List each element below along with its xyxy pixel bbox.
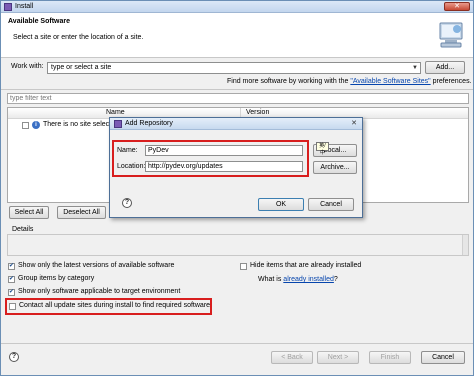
dialog-title-bar: Add Repository ✕	[110, 118, 362, 130]
highlight-contact-sites	[5, 298, 212, 315]
column-header-name[interactable]: Name	[106, 109, 125, 116]
back-button[interactable]: < Back	[271, 351, 313, 364]
target-environment-checkbox[interactable]	[8, 288, 15, 296]
footer-separator	[1, 343, 473, 344]
target-environment-label: Show only software applicable to target …	[18, 288, 181, 295]
separator	[1, 89, 473, 90]
ime-indicator: 英/中	[316, 142, 329, 156]
available-software-sites-link[interactable]: "Available Software Sites"	[350, 78, 430, 85]
latest-versions-checkbox[interactable]	[8, 262, 15, 270]
dialog-cancel-button[interactable]: Cancel	[308, 198, 354, 211]
finish-button[interactable]: Finish	[369, 351, 411, 364]
hint-suffix: preferences.	[430, 78, 472, 85]
row-label: There is no site selecte	[43, 121, 115, 128]
work-with-combo[interactable]: type or select a site ▼	[47, 62, 421, 74]
dialog-close-button[interactable]: ✕	[349, 119, 359, 128]
hint-prefix: Find more software by working with the	[227, 78, 351, 85]
add-site-button[interactable]: Add...	[425, 61, 465, 74]
filter-input[interactable]	[7, 93, 469, 104]
deselect-all-button[interactable]: Deselect All	[57, 206, 106, 219]
select-all-button[interactable]: Select All	[9, 206, 49, 219]
close-window-button[interactable]: ✕	[444, 2, 470, 11]
add-repository-dialog: Add Repository ✕ Name: PyDev Location: h…	[109, 117, 363, 218]
dialog-help-icon[interactable]: ?	[122, 198, 132, 208]
details-label: Details	[12, 226, 34, 233]
wizard-install-icon	[439, 22, 463, 48]
row-checkbox[interactable]	[22, 122, 29, 129]
latest-versions-label: Show only the latest versions of availab…	[18, 262, 175, 269]
cancel-button[interactable]: Cancel	[421, 351, 465, 364]
app-icon	[4, 3, 12, 11]
hide-installed-checkbox[interactable]	[240, 263, 247, 270]
already-installed-link[interactable]: already installed	[283, 276, 334, 283]
title-bar: Install ✕	[1, 1, 473, 13]
work-with-value: type or select a site	[51, 64, 112, 71]
group-by-category-checkbox[interactable]	[8, 275, 15, 283]
page-heading: Available Software	[8, 18, 70, 25]
what-is-suffix: ?	[333, 276, 338, 283]
dialog-app-icon	[114, 120, 122, 128]
available-sites-hint: Find more software by working with the "…	[227, 78, 472, 85]
column-header-version[interactable]: Version	[246, 109, 269, 116]
what-is-installed: What is already installed?	[258, 276, 338, 283]
info-icon: i	[32, 121, 40, 129]
wizard-banner: Available Software Select a site or ente…	[1, 13, 473, 58]
page-subtitle: Select a site or enter the location of a…	[13, 34, 144, 41]
details-scrollbar[interactable]	[462, 235, 468, 255]
details-pane	[7, 234, 469, 256]
archive-button[interactable]: Archive...	[313, 161, 357, 174]
help-icon[interactable]: ?	[9, 352, 19, 362]
window-title: Install	[15, 3, 34, 10]
hide-installed-label: Hide items that are already installed	[250, 262, 362, 269]
dialog-title: Add Repository	[125, 120, 173, 127]
what-is-prefix: What is	[258, 276, 284, 283]
next-button[interactable]: Next >	[317, 351, 359, 364]
highlight-name-location	[112, 140, 309, 177]
group-by-category-label: Group items by category	[18, 275, 95, 282]
work-with-label: Work with:	[11, 63, 44, 70]
chevron-down-icon[interactable]: ▼	[412, 65, 418, 71]
ok-button[interactable]: OK	[258, 198, 304, 211]
